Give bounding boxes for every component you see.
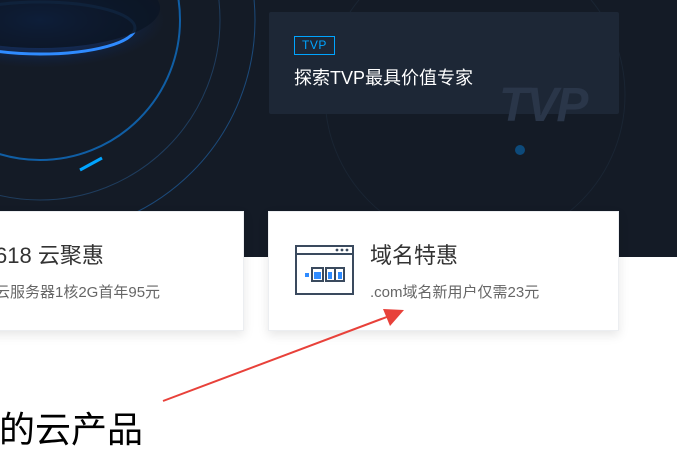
tvp-title[interactable]: 探索TVP最具价值专家: [294, 66, 473, 90]
promo-card-618[interactable]: 618 云聚惠 云服务器1核2G首年95元: [0, 211, 244, 331]
tvp-tag: TVP: [294, 36, 335, 55]
tvp-card[interactable]: TVP TVP 探索TVP最具价值专家: [269, 12, 619, 132]
promo-desc: .com域名新用户仅需23元: [370, 284, 540, 301]
promo-title: 域名特惠: [370, 243, 459, 268]
promo-desc: 云服务器1核2G首年95元: [0, 284, 161, 301]
promo-card-domain[interactable]: 域名特惠 .com域名新用户仅需23元: [268, 211, 619, 331]
section-heading: 的云产品: [0, 409, 144, 450]
promo-title: 618 云聚惠: [0, 243, 104, 268]
tvp-watermark: TVP: [499, 79, 588, 132]
domain-com-icon: [295, 245, 354, 295]
